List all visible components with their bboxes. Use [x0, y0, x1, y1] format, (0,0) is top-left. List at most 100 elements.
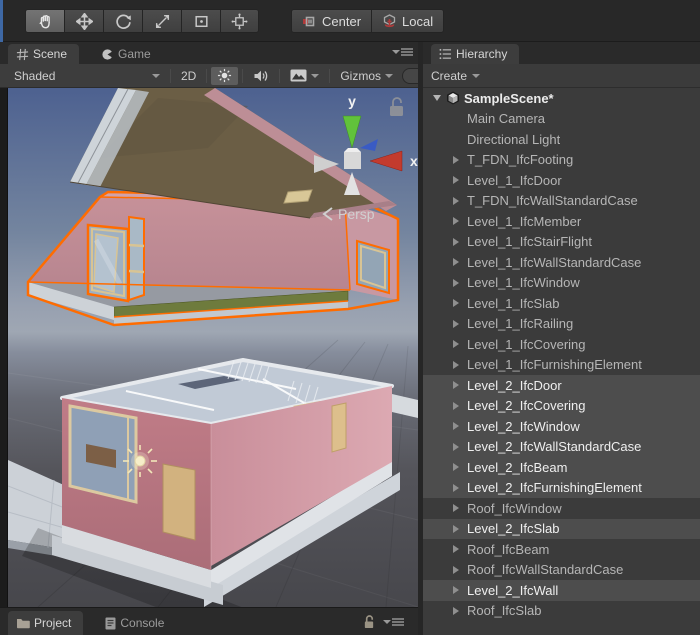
hand-icon [37, 13, 54, 30]
foldout-collapsed-icon[interactable] [449, 422, 463, 430]
hierarchy-item-label: Level_1_IfcFurnishingElement [467, 357, 642, 372]
scene-viewport[interactable]: y x Persp [0, 88, 418, 607]
hierarchy-item[interactable]: Roof_IfcWallStandardCase [423, 560, 700, 581]
hierarchy-item-label: Level_2_IfcWallStandardCase [467, 439, 641, 454]
space-mode-button[interactable]: Local [371, 9, 444, 33]
rotate-icon [115, 13, 132, 30]
tab-hierarchy[interactable]: Hierarchy [431, 44, 519, 64]
scene-lighting-toggle[interactable] [211, 67, 238, 85]
transform-tool-button[interactable] [220, 9, 259, 33]
foldout-collapsed-icon[interactable] [449, 197, 463, 205]
hierarchy-item[interactable]: Level_1_IfcDoor [423, 170, 700, 191]
foldout-collapsed-icon[interactable] [449, 484, 463, 492]
hierarchy-item-label: Level_2_IfcWindow [467, 419, 580, 434]
hierarchy-item-label: Level_1_IfcCovering [467, 337, 586, 352]
foldout-expanded-icon[interactable] [430, 95, 444, 101]
hierarchy-item[interactable]: Level_2_IfcFurnishingElement [423, 478, 700, 499]
hierarchy-item[interactable]: Level_1_IfcCovering [423, 334, 700, 355]
level1-tall-window[interactable] [332, 403, 346, 452]
project-lock-icon[interactable] [363, 615, 375, 629]
hierarchy-item[interactable]: T_FDN_IfcFooting [423, 150, 700, 171]
foldout-collapsed-icon[interactable] [449, 566, 463, 574]
scale-tool-button[interactable] [142, 9, 181, 33]
hierarchy-item-label: Main Camera [467, 111, 545, 126]
move-tool-button[interactable] [64, 9, 103, 33]
draw-mode-dropdown[interactable]: Shaded [8, 67, 166, 85]
hierarchy-item[interactable]: T_FDN_IfcWallStandardCase [423, 191, 700, 212]
scene-search-input[interactable] [402, 68, 418, 84]
foldout-collapsed-icon[interactable] [449, 299, 463, 307]
game-tab-icon [101, 48, 114, 61]
hierarchy-item[interactable]: Level_1_IfcSlab [423, 293, 700, 314]
hand-tool-button[interactable] [25, 9, 64, 33]
hierarchy-item[interactable]: Level_1_IfcWallStandardCase [423, 252, 700, 273]
hierarchy-item[interactable]: Level_1_IfcRailing [423, 314, 700, 335]
scene-panel-menu-icon[interactable] [392, 47, 413, 57]
speaker-icon [253, 69, 269, 83]
foldout-collapsed-icon[interactable] [449, 340, 463, 348]
project-panel-menu-icon[interactable] [383, 617, 404, 627]
tab-game[interactable]: Game [93, 44, 163, 64]
foldout-collapsed-icon[interactable] [449, 607, 463, 615]
bottom-tabbar: Project Console [0, 607, 418, 635]
foldout-collapsed-icon[interactable] [449, 361, 463, 369]
foldout-collapsed-icon[interactable] [449, 320, 463, 328]
scene-3d-render[interactable]: y x Persp [8, 88, 418, 607]
tab-project-label: Project [34, 616, 71, 630]
hierarchy-item[interactable]: Level_1_IfcWindow [423, 273, 700, 294]
hierarchy-item[interactable]: Level_1_IfcFurnishingElement [423, 355, 700, 376]
foldout-collapsed-icon[interactable] [449, 402, 463, 410]
hierarchy-scene-row[interactable]: SampleScene* [423, 88, 700, 109]
foldout-collapsed-icon[interactable] [449, 504, 463, 512]
hierarchy-item[interactable]: Level_2_IfcDoor [423, 375, 700, 396]
hierarchy-item[interactable]: Level_2_IfcBeam [423, 457, 700, 478]
tab-scene[interactable]: Scene [8, 44, 79, 64]
hierarchy-item[interactable]: Level_2_IfcSlab [423, 519, 700, 540]
toggle-2d-button[interactable]: 2D [175, 67, 202, 85]
hierarchy-item[interactable]: Level_2_IfcWindow [423, 416, 700, 437]
hierarchy-item[interactable]: Level_2_IfcWall [423, 580, 700, 601]
create-dropdown[interactable]: Create [431, 69, 480, 83]
scene-audio-toggle[interactable] [247, 67, 275, 85]
foldout-collapsed-icon[interactable] [449, 545, 463, 553]
scene-effects-dropdown[interactable] [284, 67, 325, 85]
hierarchy-item[interactable]: Roof_IfcWindow [423, 498, 700, 519]
foldout-collapsed-icon[interactable] [449, 176, 463, 184]
draw-mode-label: Shaded [14, 69, 55, 83]
tab-console[interactable]: Console [97, 611, 176, 635]
hierarchy-item[interactable]: Roof_IfcSlab [423, 601, 700, 622]
move-icon [76, 13, 93, 30]
hierarchy-item[interactable]: Level_1_IfcMember [423, 211, 700, 232]
foldout-collapsed-icon[interactable] [449, 279, 463, 287]
tab-console-label: Console [120, 616, 164, 630]
foldout-collapsed-icon[interactable] [449, 381, 463, 389]
hierarchy-item[interactable]: Level_1_IfcStairFlight [423, 232, 700, 253]
hierarchy-item-label: SampleScene* [464, 91, 554, 106]
rotate-tool-button[interactable] [103, 9, 142, 33]
foldout-collapsed-icon[interactable] [449, 525, 463, 533]
hierarchy-item[interactable]: Level_2_IfcCovering [423, 396, 700, 417]
tab-project[interactable]: Project [8, 611, 83, 635]
directional-light-gizmo[interactable] [123, 445, 157, 477]
hierarchy-item[interactable]: Directional Light [423, 129, 700, 150]
hierarchy-item-label: Level_1_IfcWindow [467, 275, 580, 290]
scene-view-toolbar: Shaded 2D [0, 64, 418, 88]
foldout-collapsed-icon[interactable] [449, 586, 463, 594]
hierarchy-item[interactable]: Main Camera [423, 109, 700, 130]
foldout-collapsed-icon[interactable] [449, 156, 463, 164]
foldout-collapsed-icon[interactable] [449, 463, 463, 471]
gizmos-dropdown[interactable]: Gizmos [334, 67, 399, 85]
level1-door[interactable] [163, 464, 195, 540]
foldout-collapsed-icon[interactable] [449, 217, 463, 225]
hierarchy-item[interactable]: Roof_IfcBeam [423, 539, 700, 560]
create-label: Create [431, 69, 467, 83]
sun-icon [217, 68, 232, 83]
foldout-collapsed-icon[interactable] [449, 258, 463, 266]
level2-window-column[interactable] [129, 217, 144, 300]
pivot-mode-button[interactable]: Center [291, 9, 371, 33]
foldout-collapsed-icon[interactable] [449, 443, 463, 451]
hierarchy-item[interactable]: Level_2_IfcWallStandardCase [423, 437, 700, 458]
gizmo-cube[interactable] [344, 152, 361, 169]
rect-tool-button[interactable] [181, 9, 220, 33]
foldout-collapsed-icon[interactable] [449, 238, 463, 246]
